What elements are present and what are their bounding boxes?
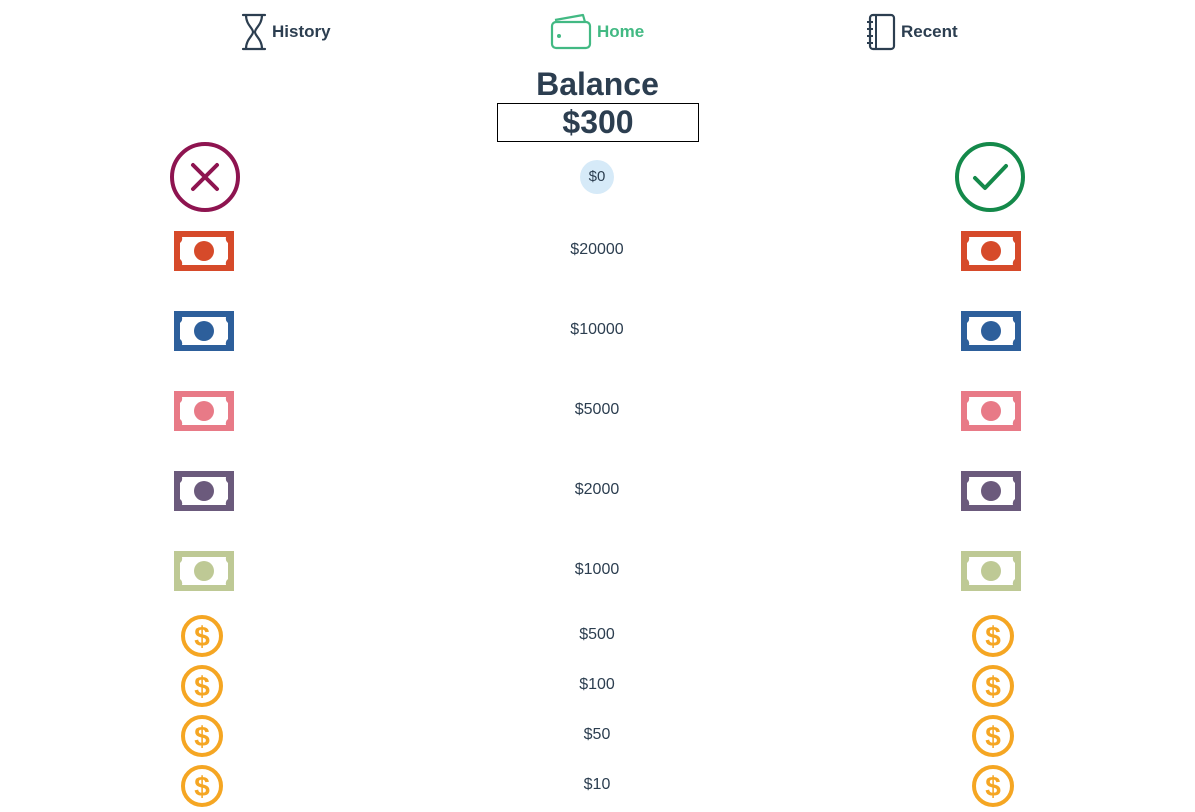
- coin-icon: $: [181, 615, 223, 657]
- nav-history[interactable]: History: [240, 12, 331, 52]
- nav-home[interactable]: Home: [549, 12, 644, 52]
- banknote-add-button[interactable]: [961, 391, 1021, 431]
- coin-icon: $: [972, 765, 1014, 807]
- nav-home-label: Home: [597, 22, 645, 41]
- banknote-remove-button[interactable]: [174, 231, 234, 271]
- svg-text:$: $: [985, 671, 1001, 702]
- denomination-label: $2000: [574, 481, 620, 498]
- banknote-icon: [174, 311, 234, 351]
- denomination-label: $20000: [570, 241, 624, 258]
- banknote-icon: [174, 231, 234, 271]
- cancel-button[interactable]: [170, 142, 240, 212]
- coin-remove-button[interactable]: $: [181, 615, 223, 657]
- balance-title: Balance: [536, 66, 659, 102]
- nav-recent[interactable]: Recent: [865, 12, 958, 52]
- coin-remove-button[interactable]: $: [181, 715, 223, 757]
- nav-history-label: History: [272, 22, 331, 41]
- coin-add-button[interactable]: $: [972, 615, 1014, 657]
- denomination-label: $10000: [570, 321, 624, 338]
- svg-text:$: $: [985, 721, 1001, 752]
- banknote-icon: [174, 391, 234, 431]
- banknote-icon: [961, 471, 1021, 511]
- svg-text:$: $: [985, 771, 1001, 802]
- banknote-remove-button[interactable]: [174, 391, 234, 431]
- confirm-button[interactable]: [955, 142, 1025, 212]
- coin-icon: $: [972, 665, 1014, 707]
- banknote-add-button[interactable]: [961, 231, 1021, 271]
- check-circle-icon: [955, 142, 1025, 212]
- banknote-add-button[interactable]: [961, 551, 1021, 591]
- coin-icon: $: [181, 665, 223, 707]
- notebook-icon: [867, 13, 896, 51]
- coin-remove-button[interactable]: $: [181, 765, 223, 807]
- denomination-label: $10: [583, 776, 611, 793]
- x-circle-icon: [170, 142, 240, 212]
- denomination-label: $1000: [574, 561, 620, 578]
- banknote-icon: [961, 231, 1021, 271]
- balance-amount: $300: [497, 103, 699, 142]
- coin-icon: $: [972, 715, 1014, 757]
- coin-icon: $: [181, 715, 223, 757]
- coin-icon: $: [972, 615, 1014, 657]
- page: History Home Recent Balance $300 $0 $200…: [0, 0, 1195, 812]
- coin-add-button[interactable]: $: [972, 665, 1014, 707]
- svg-text:$: $: [194, 671, 210, 702]
- svg-text:$: $: [985, 621, 1001, 652]
- banknote-remove-button[interactable]: [174, 311, 234, 351]
- coin-add-button[interactable]: $: [972, 715, 1014, 757]
- banknote-icon: [961, 551, 1021, 591]
- denomination-label: $5000: [574, 401, 620, 418]
- coin-remove-button[interactable]: $: [181, 665, 223, 707]
- banknote-add-button[interactable]: [961, 471, 1021, 511]
- banknote-remove-button[interactable]: [174, 551, 234, 591]
- banknote-icon: [961, 311, 1021, 351]
- coin-add-button[interactable]: $: [972, 765, 1014, 807]
- svg-text:$: $: [194, 621, 210, 652]
- banknote-icon: [961, 391, 1021, 431]
- denomination-label: $500: [579, 626, 615, 643]
- selected-amount: $0: [588, 168, 606, 185]
- svg-text:$: $: [194, 721, 210, 752]
- nav-recent-label: Recent: [901, 22, 958, 41]
- banknote-icon: [174, 551, 234, 591]
- banknote-icon: [174, 471, 234, 511]
- hourglass-icon: [241, 13, 267, 51]
- svg-text:$: $: [194, 771, 210, 802]
- banknote-remove-button[interactable]: [174, 471, 234, 511]
- coin-icon: $: [181, 765, 223, 807]
- wallet-icon: [550, 13, 592, 50]
- denomination-label: $100: [579, 676, 615, 693]
- denomination-label: $50: [583, 726, 611, 743]
- banknote-add-button[interactable]: [961, 311, 1021, 351]
